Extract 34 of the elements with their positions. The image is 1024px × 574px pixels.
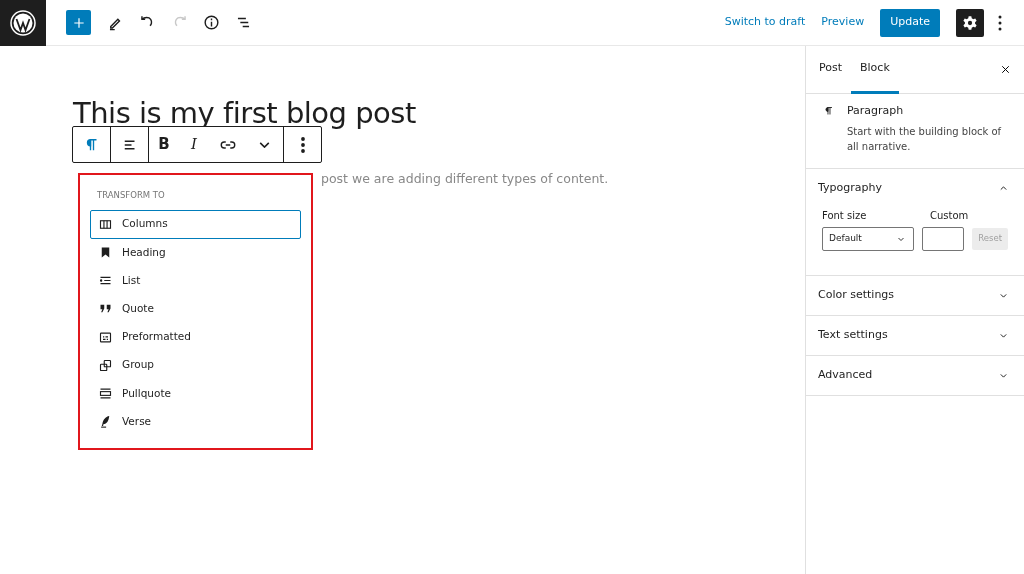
menu-item[interactable]: Columns	[90, 209, 301, 239]
sidebar-tab[interactable]: Post	[810, 45, 851, 94]
pullquote-icon	[98, 385, 113, 401]
menu-item[interactable]: List	[90, 266, 301, 296]
panel-header[interactable]: Color settings	[806, 275, 1024, 315]
settings-button[interactable]	[956, 8, 984, 37]
more-options-icon	[300, 136, 305, 153]
sidebar-tab[interactable]: Block	[851, 45, 899, 94]
switch-to-draft-link[interactable]: Switch to draft	[716, 14, 814, 31]
menu-item[interactable]: Preformatted	[90, 322, 301, 352]
block-title: Paragraph	[846, 103, 905, 119]
more-options-icon	[998, 14, 1002, 31]
field-label: Custom	[930, 208, 969, 223]
gear-icon	[962, 14, 978, 31]
panel-header[interactable]: Advanced	[806, 355, 1024, 395]
menu-item[interactable]: Pullquote	[90, 378, 301, 408]
custom-size-field[interactable]	[922, 226, 965, 251]
field-label: Font size	[822, 208, 868, 223]
menu-item[interactable]: Verse	[90, 407, 301, 437]
preview-link[interactable]: Preview	[813, 14, 873, 31]
font-size-select[interactable]: Default	[822, 226, 915, 251]
menu-item[interactable]: Group	[90, 350, 301, 380]
menu-item[interactable]: Heading	[90, 237, 301, 267]
block-description: Start with the building block of all narrative.	[846, 124, 1003, 154]
panel-header[interactable]: Typography	[806, 168, 1024, 208]
menu-item[interactable]: Quote	[90, 294, 301, 324]
group-icon	[98, 357, 113, 373]
logo-icon[interactable]	[10, 9, 36, 36]
preformatted-icon	[98, 329, 113, 345]
paragraph-text: post we are adding different types of content.	[321, 169, 609, 188]
update-button[interactable]: Update	[880, 8, 940, 37]
chevron-down-icon	[259, 141, 270, 148]
menu-heading: TRANSFORM TO	[97, 189, 166, 202]
panel-header[interactable]: Text settings	[806, 315, 1024, 355]
